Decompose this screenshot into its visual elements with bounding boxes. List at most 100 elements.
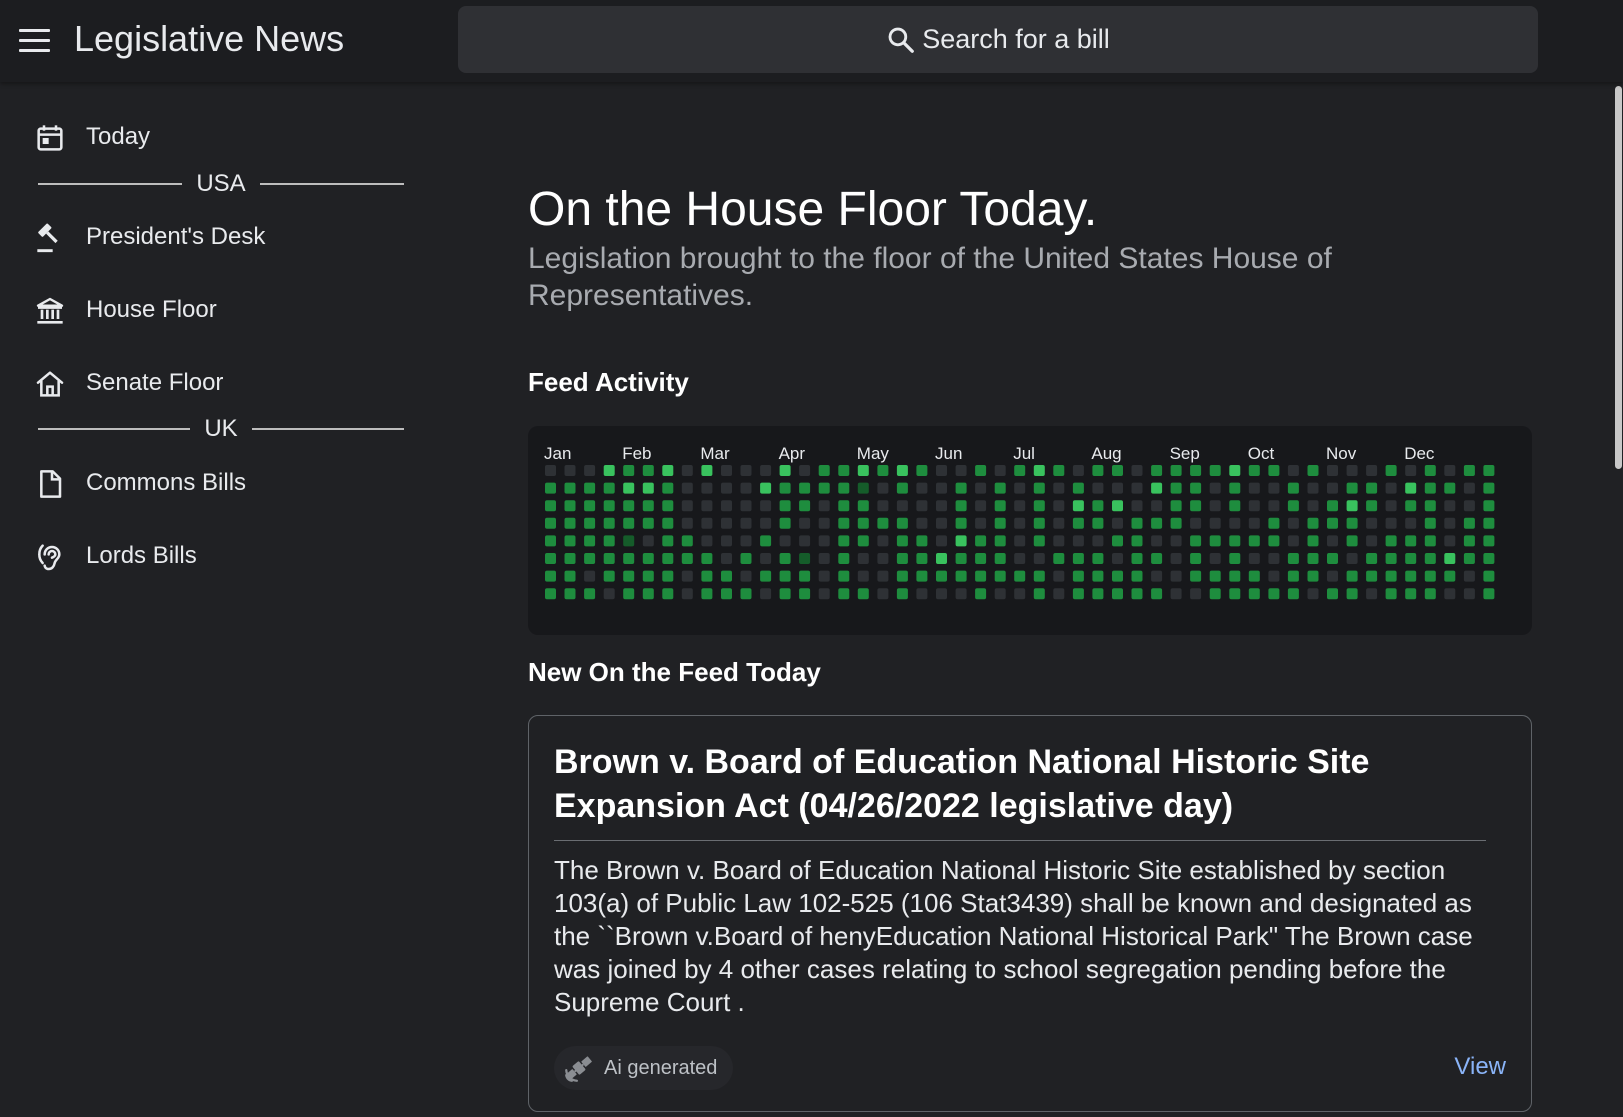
heatmap-cell (701, 588, 713, 600)
heatmap-cell (1248, 517, 1260, 529)
heatmap-cell (1307, 500, 1319, 512)
heatmap-cell (1151, 535, 1163, 547)
bill-summary: The Brown v. Board of Education National… (554, 855, 1473, 1017)
heatmap-cell (896, 553, 908, 564)
heatmap-cell (1287, 553, 1299, 564)
view-link[interactable]: View (1454, 1053, 1506, 1081)
heatmap-cell (1424, 535, 1436, 547)
section-title: USA (196, 170, 246, 197)
heatmap-cell (603, 500, 615, 512)
month-label-may: May (857, 444, 890, 463)
heatmap-cell (1053, 553, 1065, 564)
heatmap-cell (721, 465, 732, 476)
sidebar-item-house-floor[interactable]: House Floor (0, 281, 420, 341)
heatmap-cell (838, 500, 850, 512)
heatmap-cell (916, 517, 928, 529)
heatmap-cell (799, 465, 811, 476)
heatmap-cell (1405, 535, 1417, 547)
heatmap-cell (1307, 553, 1319, 564)
heatmap-cell (838, 588, 850, 600)
heatmap-cell (1033, 500, 1045, 512)
heatmap-cell (1444, 517, 1456, 529)
scrollbar-thumb[interactable] (1615, 86, 1622, 469)
section-title: UK (204, 415, 238, 442)
heatmap-cell (1327, 553, 1338, 564)
heatmap-cell (1190, 553, 1202, 564)
heatmap-cell (1444, 465, 1456, 476)
heatmap-cell (1248, 500, 1260, 512)
heatmap-cell (1033, 535, 1045, 547)
heatmap-cell (1463, 465, 1475, 476)
heatmap-cell (936, 500, 947, 512)
menu-icon[interactable] (16, 22, 54, 60)
heatmap-cell (1405, 588, 1417, 600)
heatmap-cell (1248, 482, 1260, 494)
heatmap-cell (779, 535, 791, 547)
heatmap-cell (740, 570, 752, 582)
sidebar-item-senate-floor[interactable]: Senate Floor (0, 354, 420, 414)
heatmap-cell (1131, 517, 1143, 529)
heatmap-cell (1170, 500, 1182, 512)
heatmap-cell (896, 482, 908, 494)
heatmap-cell (916, 465, 928, 476)
heatmap-cell (1307, 570, 1319, 582)
heatmap-cell (1483, 517, 1495, 529)
heatmap-cell (681, 570, 693, 582)
heatmap-cell (1229, 500, 1241, 512)
heatmap-cell (994, 517, 1006, 529)
heatmap-cell (1385, 553, 1397, 564)
heatmap-cell (838, 535, 850, 547)
section-divider-usa: USA (38, 169, 405, 199)
heatmap-cell (1014, 535, 1026, 547)
month-label-jun: Jun (935, 444, 962, 463)
sidebar-item-label: President's Desk (86, 223, 266, 250)
heatmap-cell (896, 465, 908, 476)
heatmap-cell (1072, 517, 1084, 529)
heatmap-cell (1033, 517, 1045, 529)
heatmap-cell (1131, 553, 1143, 564)
heatmap-cell (936, 465, 947, 476)
satellite-icon (565, 1056, 592, 1082)
sidebar-item-commons-bills[interactable]: Commons Bills (0, 454, 420, 514)
heatmap-cell (545, 482, 556, 494)
heatmap-cell (1072, 500, 1084, 512)
heatmap-cell (1483, 500, 1495, 512)
gavel-icon (37, 223, 58, 253)
heatmap-chart: Jan Feb Mar Apr May Jun Jul Aug Sep Oct Nov Dec (544, 444, 1495, 600)
heatmap-cell (681, 535, 693, 547)
heatmap-cell (1014, 465, 1026, 476)
heatmap-cell (1072, 465, 1084, 476)
heatmap-cell (1033, 465, 1045, 476)
heatmap-cell (1424, 588, 1436, 600)
heatmap-cell (623, 553, 635, 564)
heatmap-cell (955, 500, 967, 512)
heatmap-cell (1287, 570, 1299, 582)
heatmap-cell (1444, 535, 1456, 547)
heatmap-cell (1444, 553, 1456, 564)
sidebar-item-today[interactable]: Today (0, 108, 420, 168)
heatmap-cell (818, 570, 830, 582)
heatmap-cell (1287, 517, 1299, 529)
search-bar[interactable]: Search for a bill (458, 6, 1538, 73)
sidebar-item-presidents-desk[interactable]: President's Desk (0, 208, 420, 268)
heatmap-cell (1033, 588, 1045, 600)
heatmap-cell (1366, 553, 1378, 564)
heatmap-cell (603, 517, 615, 529)
heatmap-cell (1151, 588, 1163, 600)
heatmap-cell (1131, 482, 1143, 494)
heatmap-cell (818, 535, 830, 547)
heatmap-cell (916, 570, 928, 582)
heatmap-cell (1209, 553, 1221, 564)
heatmap-cell (916, 482, 928, 494)
heatmap-cell (1346, 482, 1358, 494)
heatmap-cell (1151, 517, 1163, 529)
heatmap-cell (662, 535, 674, 547)
heatmap-cell (1307, 535, 1319, 547)
sidebar-item-lords-bills[interactable]: Lords Bills (0, 527, 420, 587)
heatmap-cell (838, 570, 850, 582)
feed-activity-heading: Feed Activity (528, 367, 689, 397)
heatmap-cell (1033, 482, 1045, 494)
heatmap-cell (1483, 482, 1495, 494)
heatmap-cell (838, 482, 850, 494)
heatmap-cell (1268, 482, 1280, 494)
